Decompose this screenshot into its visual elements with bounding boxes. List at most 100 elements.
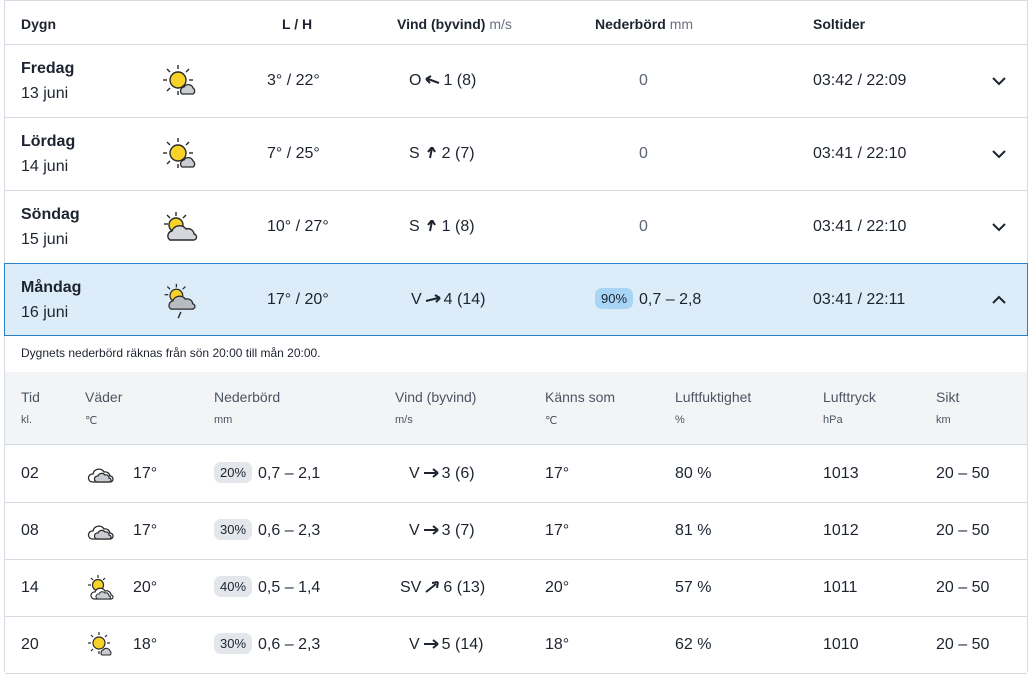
col-unit-time: kl. [21,414,32,426]
col-header-feels-like: Känns som [545,389,616,405]
hour-pressure: 1012 [823,522,859,539]
wind-arrow-icon [425,75,440,84]
hour-feels-like: 17° [545,522,570,539]
day-row[interactable]: Söndag 15 juni 10° / 27° S1 (8) 0 03:41 … [5,191,1027,264]
wind-arrow-icon [426,220,436,232]
day-precipitation: 0 [639,218,648,235]
cloud-sun-icon [164,212,198,241]
day-precipitation: 0 [639,145,648,162]
chevron-down-icon[interactable] [991,221,1007,233]
sun-partly-cloudy-icon [163,65,196,95]
chevron-down-icon[interactable] [991,148,1007,160]
table-row: 14 20° 40% 0,5 – 1,4 SV 6 (13) 20° 57 % 10… [5,560,1027,617]
day-date: 13 juni [21,85,69,102]
header-wind: Vind (byvind) m/s [397,16,512,32]
hour-visibility: 20 – 50 [936,579,990,596]
col-unit-humidity: % [675,414,685,426]
day-row-expanded[interactable]: Måndag 16 juni 17° / 20° V4 (14) 90% 0,7 … [4,263,1028,336]
header-dygn: Dygn [21,16,56,32]
wind-arrow-icon [423,468,439,478]
wind-arrow-icon [426,147,436,159]
hour-wind: SV 6 (13) [400,579,486,596]
day-precipitation: 0 [639,72,648,89]
col-header-visibility: Sikt [936,389,960,405]
forecast-panel: Dygn L / H Vind (byvind) m/s Nederbörd m… [4,0,1028,674]
col-header-weather: Väder [85,389,123,405]
col-unit-wind: m/s [395,414,413,426]
chevron-up-icon[interactable] [991,294,1007,306]
hour-precipitation: 40% 0,5 – 1,4 [214,576,320,597]
hour-precipitation: 30% 0,6 – 2,3 [214,633,320,654]
col-unit-pressure: hPa [823,414,843,426]
day-low-high: 3° / 22° [267,72,320,89]
day-name: Måndag [21,279,82,296]
precip-chance-badge: 20% [214,462,253,483]
day-sun-times: 03:41 / 22:10 [813,145,907,162]
hour-feels-like: 18° [545,636,570,653]
hour-pressure: 1013 [823,465,859,482]
hour-temp: 17° [133,522,158,539]
col-header-time: Tid [21,389,40,405]
day-wind: S2 (7) [409,145,475,162]
hour-temp: 20° [133,579,158,596]
hour-feels-like: 20° [545,579,570,596]
forecast-header: Dygn L / H Vind (byvind) m/s Nederbörd m… [5,0,1027,45]
day-low-high: 7° / 25° [267,145,320,162]
header-lh: L / H [282,16,313,32]
cloud-sun-rain-icon [164,283,196,319]
chevron-down-icon[interactable] [991,75,1007,87]
day-wind: O1 (8) [409,72,477,89]
col-unit-weather: ℃ [85,415,98,427]
wind-arrow-icon [425,581,440,593]
hour-precipitation: 20% 0,7 – 2,1 [214,462,320,483]
hour-pressure: 1011 [823,579,858,596]
day-date: 16 juni [21,304,69,321]
precip-chance-badge: 90% [595,288,634,309]
hour-wind: V3 (6) [409,465,475,482]
hour-temp: 17° [133,465,158,482]
sun-partly-cloudy-icon [163,138,196,168]
day-sun-times: 03:41 / 22:10 [813,218,907,235]
precipitation-note: Dygnets nederbörd räknas från sön 20:00 … [21,346,321,360]
hour-wind: V3 (7) [409,522,475,539]
col-unit-feels-like: ℃ [545,415,558,427]
day-name: Lördag [21,133,76,150]
wind-arrow-icon [423,525,439,535]
precip-chance-badge: 30% [214,519,253,540]
header-precipitation: Nederbörd mm [595,16,694,32]
day-date: 14 juni [21,158,69,175]
hour-temp: 18° [133,636,158,653]
day-sun-times: 03:42 / 22:09 [813,72,907,89]
cloudy-icon [87,468,114,483]
day-low-high: 17° / 20° [267,291,329,308]
hour-visibility: 20 – 50 [936,636,990,653]
day-row[interactable]: Fredag 13 juni 3° / 22° O1 (8) 0 03:42 /… [5,45,1027,118]
table-row: 20 18° 30% 0,6 – 2,3 V5 (14) 18° 62 % 101… [5,617,1027,674]
hour-visibility: 20 – 50 [936,465,990,482]
hour-humidity: 62 % [675,636,712,653]
hourly-table-header: Tid kl. Väder ℃ Nederbörd mm Vind (byvin… [5,372,1027,445]
day-row[interactable]: Lördag 14 juni 7° / 25° S2 (7) 0 03:41 /… [5,118,1027,191]
wind-arrow-icon [423,639,439,649]
day-name: Söndag [21,206,80,223]
day-wind: V4 (14) [411,291,486,308]
hour-humidity: 80 % [675,465,712,482]
hour-time: 08 [21,522,39,539]
day-sun-times: 03:41 / 22:11 [813,291,906,308]
hour-wind: V5 (14) [409,636,484,653]
hour-time: 02 [21,465,39,482]
hour-precipitation: 30% 0,6 – 2,3 [214,519,320,540]
hour-visibility: 20 – 50 [936,522,990,539]
col-header-humidity: Luftfuktighet [675,389,752,405]
day-precipitation: 90% 0,7 – 2,8 [595,288,701,309]
hour-humidity: 57 % [675,579,712,596]
cloudy-icon [87,525,114,540]
day-date: 15 juni [21,231,69,248]
hour-time: 14 [21,579,39,596]
col-header-pressure: Lufttryck [823,389,876,405]
sun-cloud-icon [88,575,114,600]
hour-feels-like: 17° [545,465,570,482]
col-header-precipitation: Nederbörd [214,389,281,405]
table-row: 08 17° 30% 0,6 – 2,3 V3 (7) 17° 81 % 1012… [5,503,1027,560]
day-wind: S1 (8) [409,218,475,235]
